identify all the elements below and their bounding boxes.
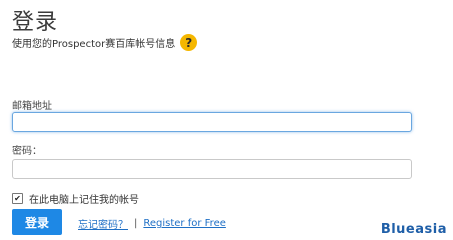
remember-me-row[interactable]: ✔ 在此电脑上记住我的帐号: [12, 191, 139, 206]
register-link[interactable]: Register for Free: [143, 218, 226, 229]
checkmark-icon: ✔: [14, 193, 21, 203]
link-separator: |: [134, 218, 138, 229]
remember-me-checkbox[interactable]: ✔: [12, 193, 23, 204]
brand-watermark: Blueasia: [380, 222, 447, 237]
question-mark-icon[interactable]: ?: [180, 34, 198, 51]
password-field[interactable]: [12, 159, 412, 179]
email-field[interactable]: [12, 112, 412, 132]
page-subtitle: 使用您的Prospector赛百库帐号信息: [12, 39, 176, 50]
password-label: 密码：: [12, 146, 42, 157]
email-label: 邮箱地址: [12, 101, 52, 112]
login-page: 登录 使用您的Prospector赛百库帐号信息 ? 邮箱地址 密码： ✔ 在此…: [0, 0, 453, 240]
login-button[interactable]: 登录: [12, 209, 62, 235]
remember-me-label[interactable]: 在此电脑上记住我的帐号: [29, 191, 139, 206]
forgot-password-link[interactable]: 忘记密码？: [78, 216, 128, 231]
subtitle-row: 使用您的Prospector赛百库帐号信息 ?: [12, 34, 198, 51]
auth-links: 忘记密码？ | Register for Free: [78, 216, 226, 231]
page-title: 登录: [12, 10, 59, 35]
